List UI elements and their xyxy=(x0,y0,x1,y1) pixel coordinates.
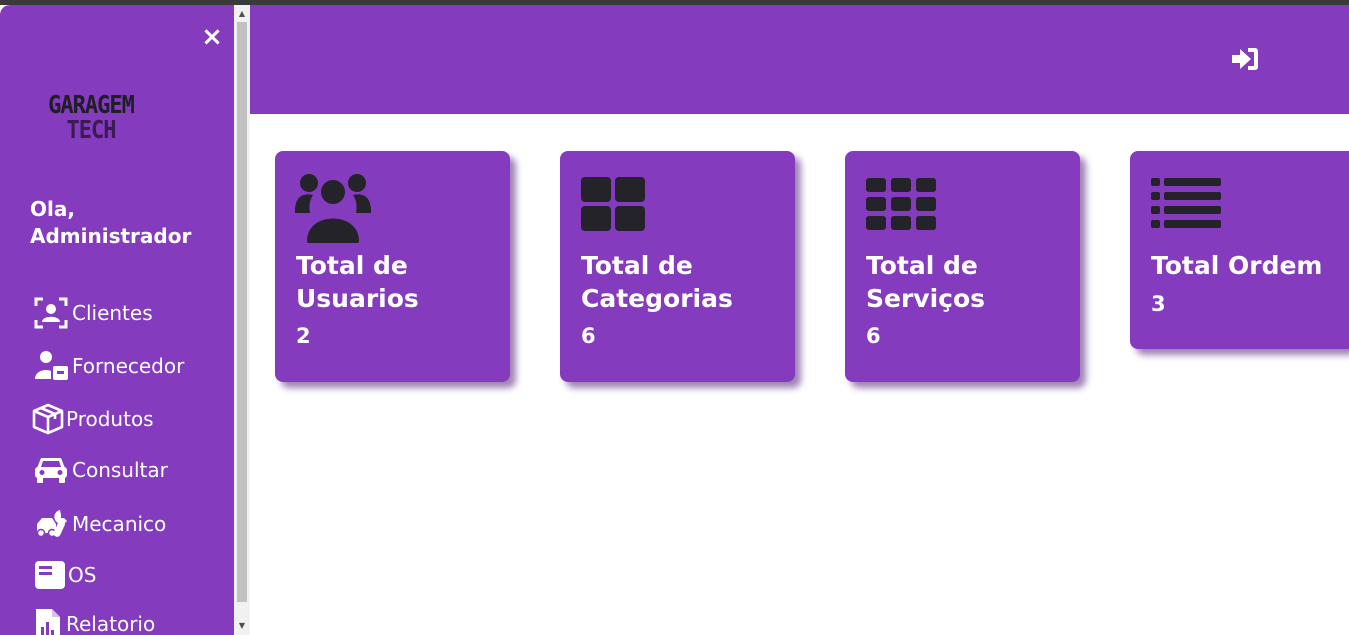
sidebar-item-label: Consultar xyxy=(72,458,168,482)
logout-button[interactable] xyxy=(1230,45,1260,73)
logo: GARAGEM TECH xyxy=(32,91,152,151)
scroll-up-arrow-icon[interactable]: ▲ xyxy=(234,7,250,21)
document-icon xyxy=(32,558,68,592)
card-total-categorias[interactable]: Total de Categorias 6 xyxy=(560,151,795,382)
card-value: 6 xyxy=(866,324,881,348)
box-icon xyxy=(30,402,66,436)
sidebar-item-mecanico[interactable]: Mecanico xyxy=(32,507,166,541)
card-total-usuarios[interactable]: Total de Usuarios 2 xyxy=(275,151,510,382)
greeting-hello: Ola, xyxy=(30,197,75,221)
sidebar-item-os[interactable]: OS xyxy=(32,558,96,592)
card-title: Total Ordem xyxy=(1151,249,1349,282)
sidebar-scrollbar[interactable]: ▲ ▼ xyxy=(234,5,250,635)
card-value: 3 xyxy=(1151,292,1166,316)
sidebar-item-label: Produtos xyxy=(66,407,154,431)
sidebar-item-label: Relatorio xyxy=(66,612,156,635)
card-title-line-1: Total de xyxy=(866,251,978,280)
card-total-servicos[interactable]: Total de Serviços 6 xyxy=(845,151,1080,382)
card-title-line-2: Categorias xyxy=(581,284,733,313)
close-sidebar-button[interactable]: × xyxy=(200,24,224,50)
user-box-icon xyxy=(32,349,72,383)
list-icon xyxy=(1150,173,1226,243)
user-id-icon xyxy=(32,296,72,330)
card-title-line-1: Total Ordem xyxy=(1151,251,1323,280)
sidebar-item-produtos[interactable]: Produtos xyxy=(30,402,154,436)
users-icon xyxy=(295,173,371,243)
card-value: 6 xyxy=(581,324,596,348)
sidebar-item-relatorio[interactable]: Relatorio xyxy=(32,607,155,635)
sidebar-item-label: Clientes xyxy=(72,301,153,325)
sidebar-item-label: Fornecedor xyxy=(72,354,185,378)
scrollbar-thumb[interactable] xyxy=(237,22,247,602)
sidebar-item-label: Mecanico xyxy=(72,512,167,536)
large-grid-icon xyxy=(580,173,656,243)
card-title: Total de Usuarios xyxy=(296,249,501,315)
card-title-line-1: Total de xyxy=(296,251,408,280)
car-wrench-icon xyxy=(32,507,72,541)
card-title: Total de Categorias xyxy=(581,249,786,315)
top-header xyxy=(250,5,1349,114)
sidebar-item-fornecedor[interactable]: Fornecedor xyxy=(32,349,184,383)
card-title-line-2: Serviços xyxy=(866,284,986,313)
card-title-line-2: Usuarios xyxy=(296,284,419,313)
scroll-down-arrow-icon[interactable]: ▼ xyxy=(234,619,250,633)
sign-in-icon xyxy=(1232,48,1258,70)
card-value: 2 xyxy=(296,324,311,348)
user-greeting: Ola, Administrador xyxy=(30,196,220,250)
logo-line-2: TECH xyxy=(66,116,117,145)
card-title-line-1: Total de xyxy=(581,251,693,280)
small-grid-icon xyxy=(865,173,941,243)
sidebar-item-label: OS xyxy=(68,563,97,587)
sidebar: × GARAGEM TECH Ola, Administrador Client… xyxy=(0,5,234,635)
car-icon xyxy=(32,453,72,487)
card-total-ordem[interactable]: Total Ordem 3 xyxy=(1130,151,1349,349)
sidebar-item-clientes[interactable]: Clientes xyxy=(32,296,153,330)
card-title: Total de Serviços xyxy=(866,249,1071,315)
sidebar-item-consultar[interactable]: Consultar xyxy=(32,453,168,487)
report-icon xyxy=(32,607,66,635)
greeting-username: Administrador xyxy=(30,224,192,248)
